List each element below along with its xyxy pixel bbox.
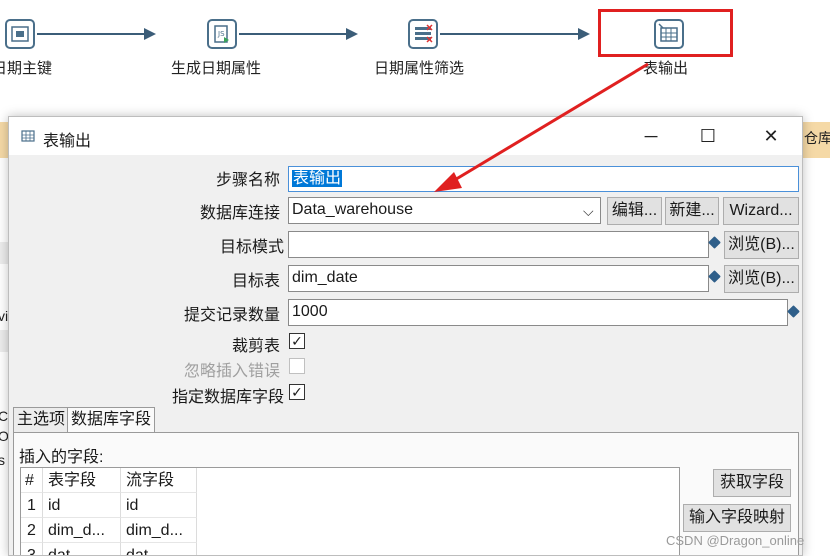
arrow-line <box>447 62 649 186</box>
annotation-arrow <box>434 62 649 192</box>
watermark: CSDN @Dragon_online <box>666 533 805 548</box>
arrow-head-icon <box>434 172 462 192</box>
